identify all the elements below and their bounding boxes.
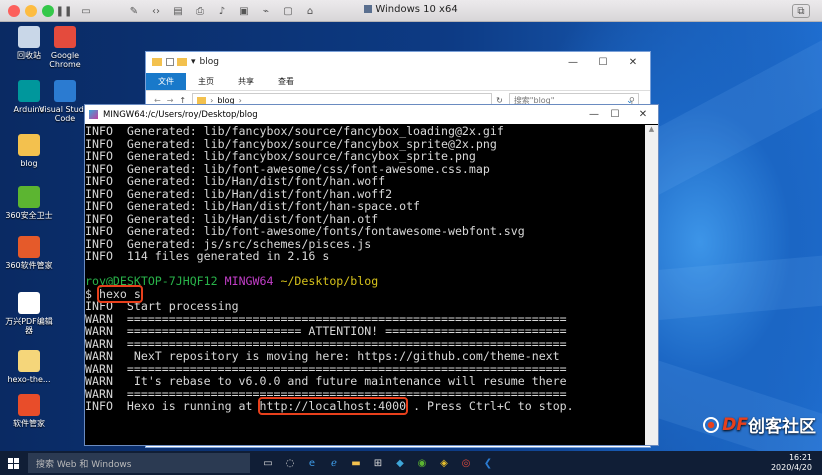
tab-file[interactable]: 文件 <box>146 73 186 90</box>
prompt-path: ~/Desktop/blog <box>280 274 379 288</box>
folder-icon <box>18 134 40 156</box>
security-360-icon[interactable]: ◈ <box>436 455 452 471</box>
highlighted-url: http://localhost:4000 <box>257 397 409 415</box>
watermark-brand: DF <box>722 414 748 435</box>
folder-icon <box>152 58 162 66</box>
vm-title: Windows 10 x64 <box>375 4 458 15</box>
terminal-line: INFO 114 files generated in 2.16 s <box>85 249 330 263</box>
desktop-icon[interactable]: Google Chrome <box>38 26 92 69</box>
terminal-taskbar-icon[interactable]: ◆ <box>392 455 408 471</box>
desktop-icon-label: 软件管家 <box>13 419 45 428</box>
task-view-icon[interactable]: ▭ <box>260 455 276 471</box>
running-prefix: INFO Hexo is running at <box>85 399 260 413</box>
tab-view[interactable]: 查看 <box>266 73 306 90</box>
terminal-line: INFO Generated: lib/Han/dist/font/han-sp… <box>85 199 421 213</box>
folder-icon <box>197 96 207 104</box>
close-button[interactable]: ✕ <box>629 105 657 124</box>
terminal-running-line: INFO Hexo is running at http://localhost… <box>85 397 646 415</box>
running-suffix: . Press Ctrl+C to stop. <box>406 399 574 413</box>
chrome-taskbar-icon[interactable]: ◎ <box>458 455 474 471</box>
terminal-titlebar: MINGW64:/c/Users/roy/Desktop/blog — ☐ ✕ <box>85 105 658 124</box>
tab-share[interactable]: 共享 <box>226 73 266 90</box>
minimize-button[interactable]: — <box>559 52 587 72</box>
prompt-env: MINGW64 <box>224 274 274 288</box>
terminal-title: MINGW64:/c/Users/roy/Desktop/blog <box>103 109 258 120</box>
clock-time: 16:21 <box>788 453 812 462</box>
explorer-title: blog <box>199 57 219 67</box>
desktop-icon[interactable]: 软件管家 <box>2 394 56 428</box>
desktop-icon-label: 360软件管家 <box>5 261 53 270</box>
terminal-app-icon <box>89 110 98 119</box>
desktop-icon-label: 万兴PDF编辑器 <box>5 317 53 335</box>
edge-icon[interactable]: ℯ <box>326 455 342 471</box>
desktop-icon[interactable]: hexo-the... <box>2 350 56 384</box>
watermark-text: 创客社区 <box>748 417 816 437</box>
restore-window-icon[interactable]: ⧉ <box>792 4 810 18</box>
desktop-icon-label: 360安全卫士 <box>5 211 53 220</box>
store-icon[interactable]: ⊞ <box>370 455 386 471</box>
explorer-ribbon-tabs: 文件 主页 共享 查看 ⌄ <box>146 72 650 106</box>
explorer-titlebar: ▾ blog — ☐ ✕ <box>146 52 650 72</box>
terminal-line: INFO Generated: lib/font-awesome/fonts/f… <box>85 224 525 238</box>
clock[interactable]: 16:21 2020/4/20 <box>771 453 812 473</box>
recycle-bin-icon <box>18 26 40 48</box>
software-manager-icon <box>18 394 40 416</box>
tab-home[interactable]: 主页 <box>186 73 226 90</box>
file-explorer-icon[interactable]: ▬ <box>348 455 364 471</box>
terminal-line: INFO Generated: lib/fancybox/source/fanc… <box>85 149 476 163</box>
taskbar-search-input[interactable]: 搜索 Web 和 Windows <box>36 457 131 470</box>
clock-date: 2020/4/20 <box>770 463 812 472</box>
watermark-logo-icon <box>703 416 720 433</box>
cortana-icon[interactable]: ◌ <box>282 455 298 471</box>
terminal-prompt: roy@DESKTOP-7JHQF12 MINGW64 ~/Desktop/bl… <box>85 275 646 288</box>
checkbox-icon[interactable] <box>166 58 174 66</box>
document-icon <box>18 350 40 372</box>
browser-360-icon[interactable]: ◉ <box>414 455 430 471</box>
terminal-output[interactable]: INFO Generated: lib/fancybox/source/fanc… <box>85 125 646 445</box>
vm-host-toolbar: ❚❚ ▭ ✎ ‹› ▤ ⎙ ♪ ▣ ⌁ ▢ ⌂ Windows 10 x64 ⧉ <box>0 0 822 22</box>
terminal-line: WARN It's rebase to v6.0.0 and future ma… <box>85 374 567 388</box>
desktop-icon-label: hexo-the... <box>7 375 51 384</box>
terminal-scrollbar[interactable]: ▲ <box>645 125 658 445</box>
maximize-button[interactable]: ☐ <box>589 52 617 72</box>
desktop-icon-label: blog <box>20 159 38 168</box>
terminal-line: INFO Generated: lib/Han/dist/font/han.wo… <box>85 174 386 188</box>
windows-taskbar: 搜索 Web 和 Windows ▭ ◌ e ℯ ▬ ⊞ ◆ ◉ ◈ ◎ ❮ 1… <box>0 451 822 475</box>
desktop-icon[interactable]: 万兴PDF编辑器 <box>2 292 56 335</box>
maximize-button[interactable]: ☐ <box>601 105 629 124</box>
desktop-icon[interactable]: 360软件管家 <box>2 236 56 270</box>
desktop-icon-label: Google Chrome <box>49 51 81 69</box>
pdf-file-icon <box>18 292 40 314</box>
terminal-line: INFO Start processing <box>85 299 239 313</box>
scroll-up-icon[interactable]: ▲ <box>645 125 658 133</box>
windows-logo-icon <box>364 5 373 13</box>
chrome-icon <box>54 26 76 48</box>
terminal-line: INFO Generated: lib/fancybox/source/fanc… <box>85 125 504 138</box>
close-button[interactable]: ✕ <box>619 52 647 72</box>
vscode-icon <box>54 80 76 102</box>
desktop-icon[interactable]: 360安全卫士 <box>2 186 56 220</box>
folder-icon <box>177 58 187 66</box>
terminal-line: WARN ========================= ATTENTION… <box>85 324 567 338</box>
arduino-icon <box>18 80 40 102</box>
taskbar-search-box[interactable]: 搜索 Web 和 Windows <box>28 453 250 473</box>
vscode-taskbar-icon[interactable]: ❮ <box>480 455 496 471</box>
shield-360-icon <box>18 186 40 208</box>
start-button[interactable] <box>0 451 26 475</box>
df-watermark: DF 创客社区 <box>703 412 816 437</box>
desktop: 回收站 Google Chrome Arduino Visual Studio Cod… <box>0 22 822 451</box>
windows-logo-icon <box>7 457 19 469</box>
edge-ie-icon[interactable]: e <box>304 455 320 471</box>
desktop-icon[interactable]: blog <box>2 134 56 168</box>
software-manager-icon <box>18 236 40 258</box>
mingw64-terminal-window[interactable]: MINGW64:/c/Users/roy/Desktop/blog — ☐ ✕ … <box>84 104 659 446</box>
prompt-user: roy@DESKTOP-7JHQF12 <box>85 274 218 288</box>
terminal-line: WARN NexT repository is moving here: htt… <box>85 349 560 363</box>
dropdown-icon[interactable]: ▾ <box>191 57 196 67</box>
